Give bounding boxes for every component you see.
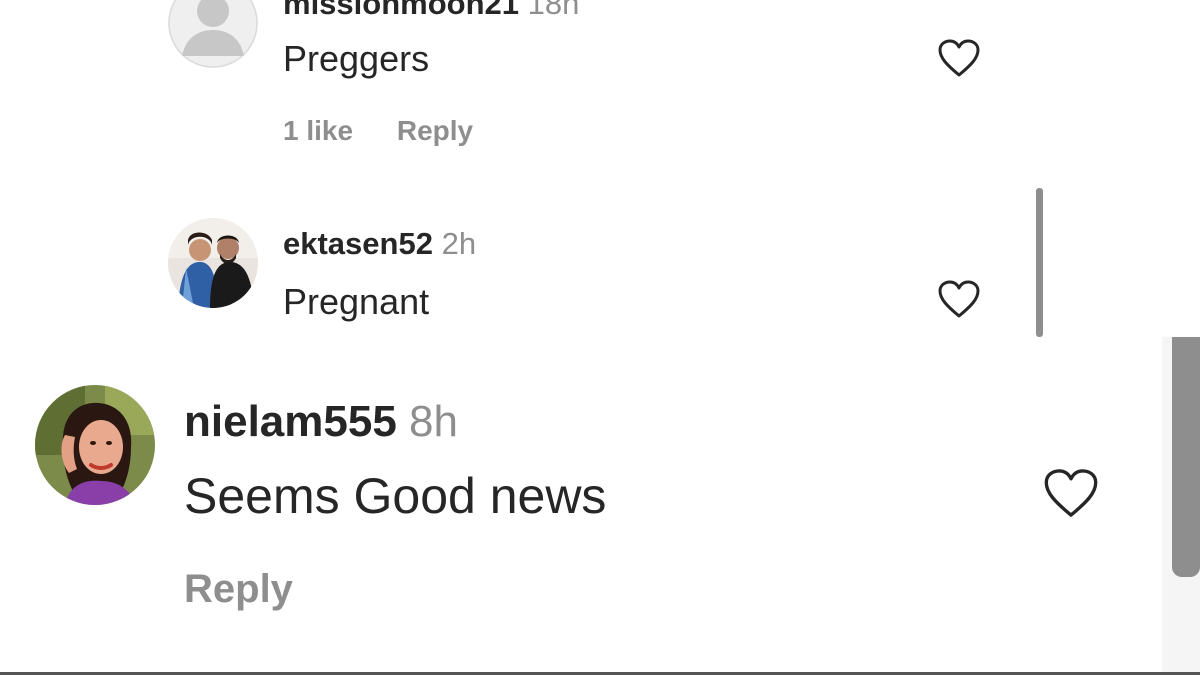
comment-item: ektasen52 2h Pregnant: [0, 215, 1043, 337]
comment-meta: nielam555 8h: [184, 397, 458, 447]
reply-button[interactable]: Reply: [184, 567, 293, 611]
comment-item: nielam555 8h Seems Good news Reply: [0, 337, 1160, 675]
comments-pane-upper: missionmoon21 18h Preggers 1 like Reply: [0, 0, 1043, 337]
comment-text: Preggers: [283, 38, 430, 79]
comment-item: missionmoon21 18h Preggers 1 like Reply: [0, 0, 1043, 170]
scrollbar-thumb[interactable]: [1036, 188, 1043, 337]
woman-photo-avatar[interactable]: [35, 385, 155, 505]
comment-actions: Reply: [184, 567, 329, 612]
comment-timestamp: 8h: [409, 397, 458, 446]
scrollbar-thumb[interactable]: [1172, 337, 1200, 577]
couple-photo-avatar[interactable]: [168, 218, 258, 308]
comment-username[interactable]: missionmoon21: [283, 0, 519, 21]
reply-button[interactable]: Reply: [397, 115, 473, 146]
comment-meta: missionmoon21 18h: [283, 0, 579, 22]
heart-outline-icon[interactable]: [937, 279, 981, 319]
heart-outline-icon[interactable]: [937, 38, 981, 78]
right-gutter: [1043, 0, 1200, 337]
comments-pane-lower: nielam555 8h Seems Good news Reply: [0, 337, 1200, 675]
comment-username[interactable]: nielam555: [184, 397, 397, 446]
likes-count-button[interactable]: 1 like: [283, 115, 353, 146]
comment-timestamp: 2h: [441, 226, 477, 261]
comment-timestamp: 18h: [527, 0, 580, 21]
comment-text: Pregnant: [283, 281, 430, 322]
comment-username[interactable]: ektasen52: [283, 226, 433, 261]
comment-meta: ektasen52 2h: [283, 226, 476, 262]
default-avatar-icon[interactable]: [168, 0, 258, 68]
heart-outline-icon[interactable]: [1042, 467, 1100, 519]
comment-text: Seems Good news: [184, 468, 607, 524]
comment-actions: 1 like Reply: [283, 115, 509, 147]
